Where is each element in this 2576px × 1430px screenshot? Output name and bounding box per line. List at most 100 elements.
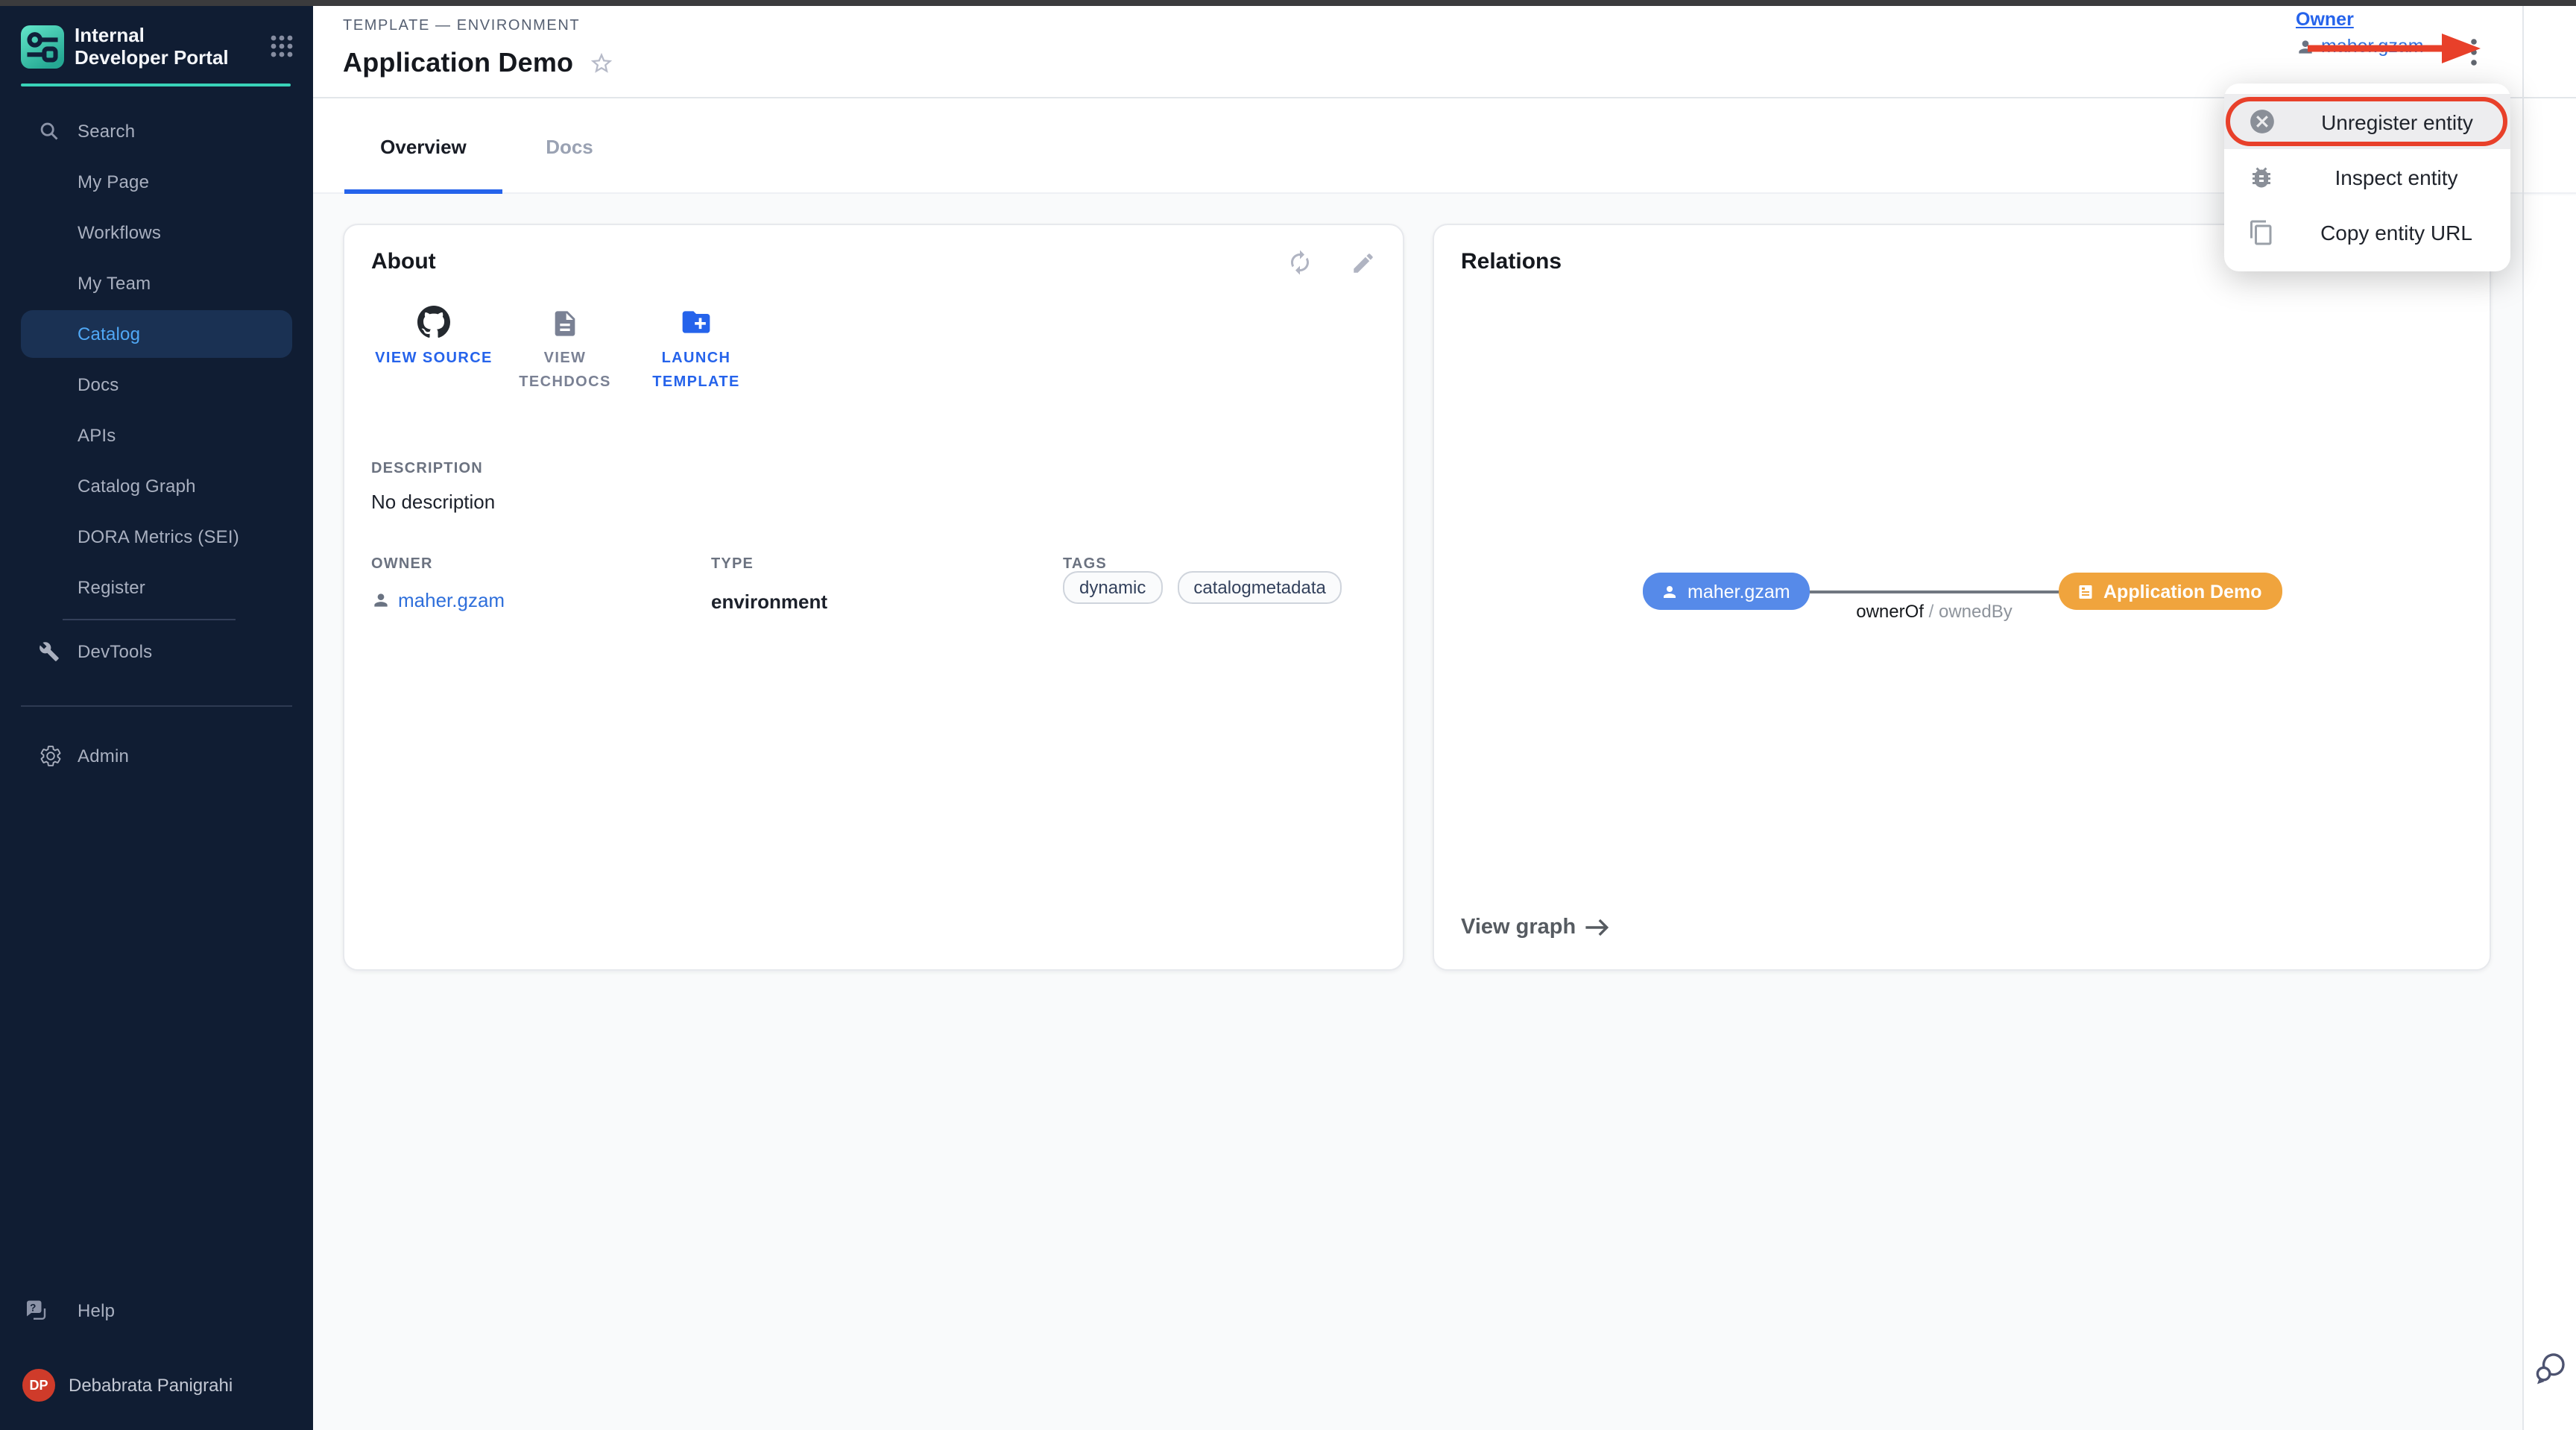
graph-node-entity[interactable]: Application Demo [2059,573,2282,610]
about-actions: VIEW SOURCE VIEW TECHDOCS LAUNCH TEMPLAT… [368,300,762,395]
sidebar-item-label: My Page [78,171,149,192]
avatar: DP [22,1369,55,1402]
refresh-icon[interactable] [1281,243,1319,282]
tags-list: dynamic catalogmetadata [1063,571,1342,604]
action-label: VIEW SOURCE [375,347,493,371]
owner-value: maher.gzam [2321,36,2424,57]
tag-chip[interactable]: dynamic [1063,571,1162,604]
edge-label-primary: ownerOf [1856,601,1924,622]
menu-item-inspect-entity[interactable]: Inspect entity [2224,149,2510,204]
sidebar: Internal Developer Portal Search My Page [0,0,313,1430]
gear-icon [39,744,63,768]
sidebar-item-label: Search [78,121,135,142]
action-label: LAUNCH TEMPLATE [631,347,762,395]
sidebar-item-label: Docs [78,374,119,395]
wrench-icon [39,641,60,662]
apps-grid-icon[interactable] [270,34,294,58]
menu-item-label: Unregister entity [2299,110,2510,133]
brand: Internal Developer Portal [0,0,313,69]
launch-template-button[interactable]: LAUNCH TEMPLATE [631,300,762,395]
cancel-icon [2248,107,2276,136]
person-icon [371,590,391,610]
sidebar-divider [21,705,292,707]
portal-logo-icon [21,25,64,69]
view-techdocs-button[interactable]: VIEW TECHDOCS [499,300,631,395]
graph-node-label: Application Demo [2103,581,2262,602]
about-owner-value: maher.gzam [398,589,505,611]
tag-chip[interactable]: catalogmetadata [1177,571,1342,604]
breadcrumb: TEMPLATE — ENVIRONMENT [343,18,580,34]
user-name: Debabrata Panigrahi [69,1375,233,1396]
sidebar-item-search[interactable]: Search [0,106,313,157]
menu-item-copy-entity-url[interactable]: Copy entity URL [2224,204,2510,259]
arrow-right-icon [1585,917,1610,938]
copy-icon [2248,218,2275,245]
edit-pencil-icon[interactable] [1343,243,1382,282]
folder-plus-icon [680,300,713,338]
description-label: DESCRIPTION [371,461,483,477]
menu-item-unregister-entity[interactable]: Unregister entity [2224,94,2510,149]
sidebar-item-my-page[interactable]: My Page [0,157,313,207]
sidebar-item-label: APIs [78,425,116,446]
sidebar-item-help[interactable]: ? Help [0,1285,313,1336]
menu-item-label: Inspect entity [2297,165,2510,189]
sidebar-item-catalog[interactable]: Catalog [0,309,313,359]
graph-node-label: maher.gzam [1688,581,1790,602]
main-area: TEMPLATE — ENVIRONMENT Application Demo … [313,0,2576,1430]
view-source-button[interactable]: VIEW SOURCE [368,300,499,395]
view-graph-link[interactable]: View graph [1461,916,1610,939]
tab-overview[interactable]: Overview [343,98,504,194]
person-icon [1661,582,1679,600]
right-rail-border [2522,6,2524,1430]
favorite-star-icon[interactable] [589,51,614,84]
sidebar-nav: Search My Page Workflows My Team Catalog… [0,106,313,781]
window-top-strip [0,0,2576,6]
sidebar-item-label: DevTools [78,641,152,662]
relations-card-title: Relations [1461,249,1562,274]
tab-docs[interactable]: Docs [519,98,620,194]
owner-field-label: OWNER [371,556,433,573]
entity-context-menu: Unregister entity Inspect entity Copy en… [2224,84,2510,271]
action-label: VIEW TECHDOCS [499,347,631,395]
sidebar-item-catalog-graph[interactable]: Catalog Graph [0,461,313,511]
sidebar-item-label: Admin [78,746,129,766]
owner-user-link[interactable]: maher.gzam [2296,36,2424,57]
sidebar-item-admin[interactable]: Admin [0,731,313,781]
sidebar-item-label: DORA Metrics (SEI) [78,526,239,547]
kebab-menu-icon[interactable] [2461,36,2485,69]
graph-node-user[interactable]: maher.gzam [1643,573,1810,610]
bug-icon [2248,163,2275,190]
sidebar-item-label: Workflows [78,222,161,243]
search-icon [39,121,60,142]
github-icon [417,300,450,338]
sidebar-divider [63,619,236,620]
sidebar-item-label: Catalog [78,324,140,344]
relations-card: Relations maher.gzam ownerOf / ownedBy A… [1433,224,2491,971]
document-icon [550,300,580,338]
type-value: environment [711,590,827,613]
template-doc-icon [2077,582,2094,600]
sidebar-item-workflows[interactable]: Workflows [0,207,313,258]
brand-title: Internal Developer Portal [75,24,239,69]
right-rail [2524,195,2576,1430]
svg-text:?: ? [30,1302,36,1313]
about-owner-link[interactable]: maher.gzam [371,589,505,611]
about-card: About VIEW SOURCE [343,224,1404,971]
sidebar-item-label: Register [78,577,145,598]
sidebar-item-label: My Team [78,273,151,294]
sidebar-item-dora-metrics[interactable]: DORA Metrics (SEI) [0,511,313,562]
sidebar-item-register[interactable]: Register [0,562,313,613]
chat-bubbles-icon[interactable] [2533,1349,2569,1393]
sidebar-item-devtools[interactable]: DevTools [0,626,313,677]
owner-link[interactable]: Owner [2296,9,2424,30]
owner-block: Owner maher.gzam [2296,9,2424,57]
sidebar-item-docs[interactable]: Docs [0,359,313,410]
type-field-label: TYPE [711,556,754,573]
sidebar-item-label: Help [78,1300,115,1321]
sidebar-item-apis[interactable]: APIs [0,410,313,461]
sidebar-item-my-team[interactable]: My Team [0,258,313,309]
person-icon [2296,37,2315,56]
description-value: No description [371,491,495,513]
sidebar-user[interactable]: DP Debabrata Panigrahi [0,1360,313,1411]
help-chat-icon: ? [22,1297,49,1324]
